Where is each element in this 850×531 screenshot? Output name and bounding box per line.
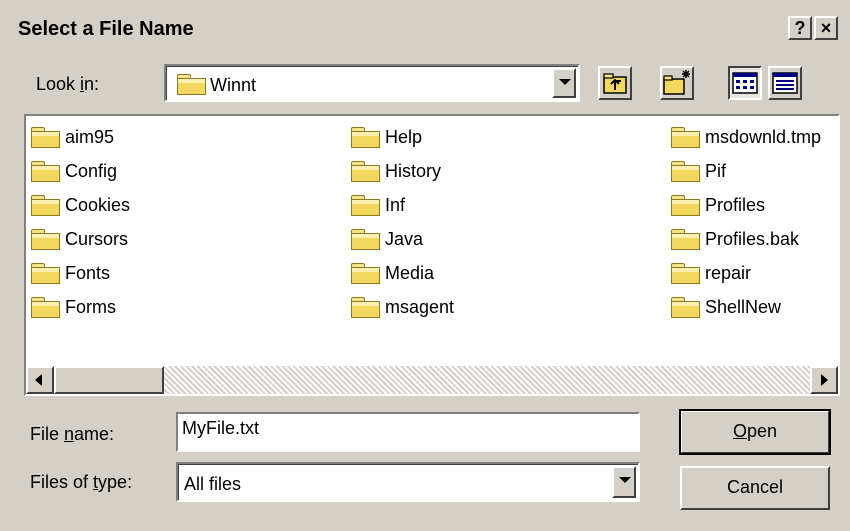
file-list-item-label: Cookies	[65, 194, 131, 215]
file-list-item-label: Profiles.bak	[705, 228, 800, 249]
look-in-value: Winnt	[210, 75, 257, 95]
file-list-item-label: aim95	[65, 126, 115, 147]
folder-icon	[670, 195, 700, 216]
scroll-left-button[interactable]	[26, 366, 54, 394]
look-in-dropdown[interactable]: Winnt	[164, 64, 580, 102]
file-list-item[interactable]: ShellNew	[670, 294, 781, 320]
create-new-folder-button[interactable]	[660, 66, 694, 100]
select-file-dialog: Select a File Name ? × Look in: Winnt ai…	[0, 0, 850, 531]
list-view-button[interactable]	[728, 66, 762, 100]
folder-icon	[670, 263, 700, 284]
file-name-input[interactable]	[182, 418, 622, 439]
folder-icon	[350, 127, 380, 148]
file-list-item-label: History	[385, 160, 442, 181]
details-view-button[interactable]	[768, 66, 802, 100]
help-button[interactable]: ?	[788, 16, 812, 40]
dialog-title: Select a File Name	[18, 18, 194, 40]
look-in-label: Look in:	[36, 74, 100, 94]
file-list-item-label: Java	[385, 228, 424, 249]
file-list-item[interactable]: Fonts	[30, 260, 110, 286]
folder-icon	[30, 263, 60, 284]
files-of-type-label: Files of type:	[30, 472, 133, 492]
files-of-type-value: All files	[184, 474, 242, 494]
file-list-item-label: Config	[65, 160, 118, 181]
folder-open-icon	[176, 74, 206, 95]
folder-icon	[670, 161, 700, 182]
file-list-item[interactable]: Profiles	[670, 192, 765, 218]
look-in-dropdown-arrow[interactable]	[552, 68, 576, 98]
file-list-item[interactable]: Forms	[30, 294, 116, 320]
file-list-item[interactable]: Pif	[670, 158, 726, 184]
file-list[interactable]: aim95 Config Cookies Cursors Fonts Forms Help H…	[24, 114, 840, 396]
file-list-item-label: ShellNew	[705, 296, 782, 317]
file-list-item[interactable]: Inf	[350, 192, 405, 218]
folder-icon	[30, 195, 60, 216]
files-of-type-dropdown[interactable]: All files	[176, 462, 640, 502]
create-new-folder-icon	[663, 70, 690, 95]
open-button[interactable]: Open	[679, 409, 831, 455]
folder-icon	[670, 229, 700, 250]
scroll-thumb[interactable]	[54, 366, 164, 394]
folder-icon	[670, 127, 700, 148]
file-list-item-label: msdownld.tmp	[705, 126, 822, 147]
file-list-item-label: Cursors	[65, 228, 129, 249]
file-list-item-label: Pif	[705, 160, 727, 181]
details-view-icon	[772, 72, 798, 94]
file-list-item-label: msagent	[385, 296, 455, 317]
file-list-item[interactable]: msagent	[350, 294, 454, 320]
file-list-item-label: Inf	[385, 194, 406, 215]
file-name-label: File name:	[30, 424, 115, 444]
folder-icon	[350, 161, 380, 182]
close-button[interactable]: ×	[814, 16, 838, 40]
file-list-item[interactable]: Help	[350, 124, 422, 150]
file-list-item-label: repair	[705, 262, 752, 283]
up-one-level-icon	[603, 73, 627, 94]
file-list-item-label: Forms	[65, 296, 116, 317]
folder-icon	[350, 297, 380, 318]
folder-icon	[30, 297, 60, 318]
file-list-item[interactable]: Config	[30, 158, 117, 184]
folder-icon	[670, 297, 700, 318]
cancel-button[interactable]: Cancel	[680, 466, 830, 510]
folder-icon	[30, 229, 60, 250]
list-view-icon	[732, 72, 758, 94]
up-one-level-button[interactable]	[598, 66, 632, 100]
file-list-item[interactable]: msdownld.tmp	[670, 124, 821, 150]
file-list-item[interactable]: aim95	[30, 124, 114, 150]
folder-icon	[350, 195, 380, 216]
file-list-item[interactable]: Cursors	[30, 226, 128, 252]
title-bar[interactable]: Select a File Name ? ×	[0, 0, 850, 56]
file-list-item[interactable]: History	[350, 158, 441, 184]
scroll-right-button[interactable]	[810, 366, 838, 394]
horizontal-scrollbar[interactable]	[26, 366, 838, 394]
file-list-item[interactable]: Cookies	[30, 192, 130, 218]
file-list-item-label: Media	[385, 262, 435, 283]
file-list-item[interactable]: Java	[350, 226, 423, 252]
folder-icon	[350, 263, 380, 284]
file-list-item-label: Profiles	[705, 194, 766, 215]
file-name-field[interactable]	[176, 412, 640, 452]
folder-icon	[30, 161, 60, 182]
files-of-type-dropdown-arrow[interactable]	[612, 466, 636, 498]
file-list-item-label: Fonts	[65, 262, 111, 283]
file-list-item-label: Help	[385, 126, 423, 147]
file-list-item[interactable]: repair	[670, 260, 751, 286]
file-list-item[interactable]: Profiles.bak	[670, 226, 799, 252]
folder-icon	[30, 127, 60, 148]
folder-icon	[350, 229, 380, 250]
file-list-item[interactable]: Media	[350, 260, 434, 286]
